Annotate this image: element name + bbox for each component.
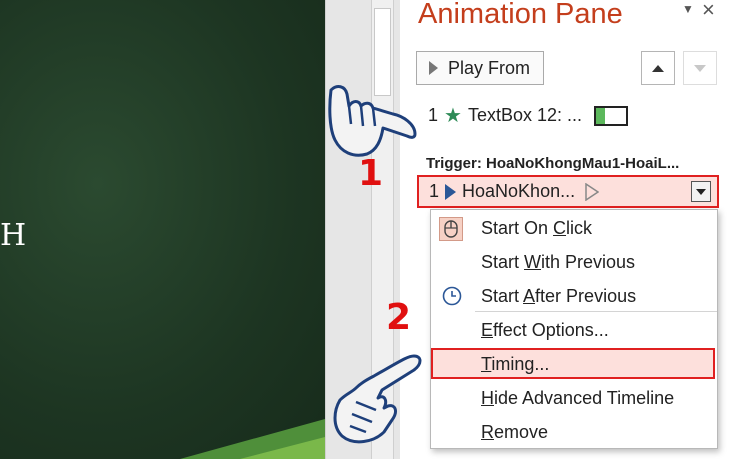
move-up-button[interactable] — [641, 51, 675, 85]
menu-remove[interactable]: Remove — [481, 422, 548, 443]
item-dropdown-button[interactable] — [691, 181, 711, 202]
move-down-button[interactable] — [683, 51, 717, 85]
timeline-bar-fill — [596, 107, 606, 124]
chevron-down-icon — [696, 188, 706, 195]
play-from-button[interactable]: Play From — [416, 51, 544, 85]
slide-canvas[interactable]: H — [0, 0, 325, 459]
chevron-down-icon[interactable]: ▼ — [682, 2, 694, 16]
trigger-heading: Trigger: HoaNoKhongMau1-HoaiL... — [426, 155, 680, 172]
menu-effect-options[interactable]: Effect Options... — [481, 320, 609, 341]
star-icon: ★ — [444, 105, 462, 127]
arrow-down-icon — [694, 64, 706, 72]
play-from-label: Play From — [448, 57, 531, 78]
menu-hide-advanced-timeline[interactable]: Hide Advanced Timeline — [481, 388, 674, 409]
play-icon — [445, 183, 457, 200]
pane-title: Animation Pane — [418, 0, 623, 30]
menu-timing[interactable]: Timing... — [481, 354, 549, 375]
menu-start-after-previous[interactable]: Start After Previous — [481, 286, 636, 307]
animation-item-selected[interactable]: 1 HoaNoKhon... — [417, 175, 719, 208]
close-icon[interactable]: × — [702, 0, 715, 23]
animation-item-textbox[interactable]: 1 ★ TextBox 12: ... — [428, 103, 629, 128]
item-label: TextBox 12: ... — [467, 105, 583, 125]
pointing-hand-icon — [328, 85, 417, 157]
menu-start-on-click[interactable]: Start On Click — [481, 218, 592, 239]
step-number-2: 2 — [386, 297, 412, 338]
item-label: HoaNoKhon... — [462, 181, 576, 201]
play-icon — [429, 61, 438, 75]
timeline-triangle-icon — [585, 182, 600, 201]
timing-highlight — [431, 348, 715, 379]
mouse-click-icon — [439, 217, 463, 241]
slide-text: H — [0, 218, 28, 253]
item-number: 1 — [428, 105, 439, 125]
timeline-bar — [594, 105, 629, 126]
slide-background — [0, 0, 325, 459]
pointing-hand-icon — [333, 354, 422, 444]
menu-separator — [475, 311, 717, 312]
context-menu: Start On Click Start With Previous Start… — [430, 209, 718, 449]
item-number: 1 — [429, 181, 440, 201]
arrow-up-icon — [652, 64, 664, 72]
menu-start-with-previous[interactable]: Start With Previous — [481, 252, 635, 273]
slide-wave-decoration — [180, 419, 325, 459]
clock-icon — [442, 286, 462, 306]
